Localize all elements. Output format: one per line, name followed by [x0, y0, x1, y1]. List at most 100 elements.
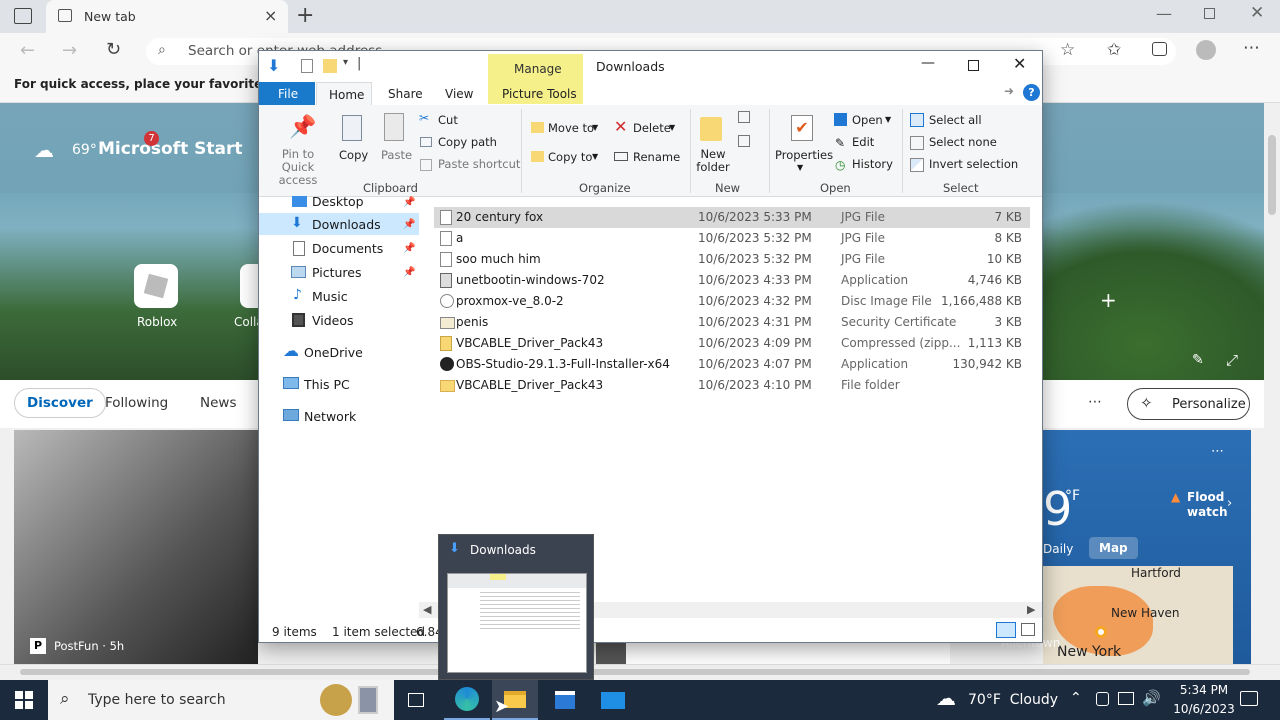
cut-button[interactable]: Cut	[438, 113, 458, 127]
add-shortcut-icon[interactable]: +	[1100, 288, 1117, 312]
dropdown-icon[interactable]: ▼	[797, 163, 803, 172]
store-taskbar-button[interactable]	[542, 680, 588, 720]
new-item-icon[interactable]	[738, 111, 750, 123]
edit-button[interactable]: Edit	[852, 135, 874, 149]
history-button[interactable]: History	[852, 157, 893, 171]
move-to-button[interactable]: Move to	[548, 121, 594, 135]
show-hidden-icons-icon[interactable]: ⌃	[1070, 690, 1082, 706]
copy-path-button[interactable]: Copy path	[438, 135, 497, 149]
new-tab-button[interactable]: +	[296, 3, 314, 28]
easy-access-icon[interactable]	[738, 135, 750, 147]
properties-button[interactable]: Properties	[775, 148, 833, 162]
rename-button[interactable]: Rename	[633, 150, 680, 164]
task-view-button[interactable]	[395, 680, 437, 720]
notification-center-icon[interactable]	[1240, 691, 1258, 706]
dropdown-icon[interactable]: ▼	[885, 115, 891, 124]
select-none-button[interactable]: Select none	[929, 135, 997, 149]
quick-access-download-icon[interactable]: ⬇	[267, 56, 280, 75]
weather-more-icon[interactable]: ⋯	[1211, 444, 1224, 459]
system-tray-icon[interactable]	[1096, 692, 1109, 706]
scrollbar-thumb[interactable]	[1268, 135, 1276, 215]
file-row[interactable]: proxmox-ve_8.0-2 10/6/2023 4:32 PM Disc …	[434, 291, 1030, 312]
tab-home[interactable]: Home	[316, 82, 372, 106]
favorites-icon[interactable]: ✩	[1107, 40, 1121, 60]
properties-qat-icon[interactable]	[301, 59, 313, 73]
minimize-browser-icon[interactable]: —	[1156, 4, 1172, 23]
weather-tab-daily[interactable]: Daily	[1043, 542, 1073, 556]
qat-dropdown-icon[interactable]: ▾	[343, 57, 348, 68]
file-row[interactable]: VBCABLE_Driver_Pack43 10/6/2023 4:10 PM …	[434, 375, 1030, 396]
collections-icon[interactable]	[1152, 42, 1167, 56]
browser-vertical-scrollbar[interactable]	[1264, 103, 1280, 664]
ntp-logo[interactable]: Microsoft Start	[98, 139, 242, 159]
tab-discover[interactable]: Discover	[14, 388, 106, 418]
personalize-button[interactable]: ✧ Personalize	[1127, 388, 1250, 420]
file-row[interactable]: soo much him 10/6/2023 5:32 PM JPG File …	[434, 249, 1030, 270]
tab-actions-icon[interactable]	[14, 8, 32, 24]
dropdown-icon[interactable]: ▼	[592, 152, 598, 161]
copy-button[interactable]: Copy	[339, 148, 368, 162]
clock-date[interactable]: 10/6/2023	[1168, 702, 1240, 716]
open-button[interactable]: Open	[852, 113, 883, 127]
taskbar-thumbnail-preview[interactable]: ⬇ Downloads	[438, 534, 594, 680]
feed-more-icon[interactable]: ⋯	[1088, 394, 1102, 410]
refresh-icon[interactable]: ↻	[106, 39, 121, 60]
browser-horizontal-scrollbar[interactable]	[0, 664, 1280, 680]
news-card[interactable]: P PostFun · 5h	[14, 430, 258, 664]
expand-icon[interactable]: ⤢	[1226, 351, 1238, 369]
search-highlight-icon[interactable]	[320, 684, 352, 716]
restore-browser-icon[interactable]	[1204, 8, 1215, 19]
dropdown-icon[interactable]: ▼	[592, 123, 598, 132]
pin-ribbon-icon[interactable]: ➜	[1004, 84, 1014, 98]
browser-tab-newtab[interactable]: New tab ×	[46, 0, 288, 33]
delete-button[interactable]: Delete	[633, 121, 671, 135]
edit-background-icon[interactable]: ✎	[1192, 352, 1204, 368]
select-all-button[interactable]: Select all	[929, 113, 982, 127]
file-row[interactable]: unetbootin-windows-702 10/6/2023 4:33 PM…	[434, 270, 1030, 291]
close-tab-icon[interactable]: ×	[264, 6, 277, 25]
profile-avatar[interactable]	[1196, 40, 1216, 60]
minimize-icon[interactable]: —	[921, 55, 935, 71]
clock-time[interactable]: 5:34 PM	[1172, 683, 1236, 697]
taskbar-search-box[interactable]: ⌕ Type here to search	[48, 680, 394, 720]
tab-file[interactable]: File	[259, 82, 315, 105]
file-row[interactable]: 20 century fox 10/6/2023 5:33 PM JPG Fil…	[434, 207, 1030, 228]
chevron-right-icon[interactable]: ›	[1227, 496, 1232, 511]
details-view-icon[interactable]	[996, 622, 1016, 638]
pin-quick-access-button[interactable]: Pin to Quick access	[265, 148, 331, 187]
weather-tab-map[interactable]: Map	[1089, 537, 1138, 559]
file-row[interactable]: a 10/6/2023 5:32 PM JPG File 8 KB	[434, 228, 1030, 249]
edge-taskbar-button[interactable]	[444, 680, 490, 720]
weather-map[interactable]: Hartford New Haven New York Allentown	[1001, 566, 1233, 664]
new-folder-qat-icon[interactable]	[323, 59, 337, 73]
scroll-left-icon[interactable]: ◀	[423, 603, 431, 616]
file-row[interactable]: penis 10/6/2023 4:31 PM Security Certifi…	[434, 312, 1030, 333]
tab-view[interactable]: View	[445, 87, 473, 101]
tab-news[interactable]: News	[200, 395, 236, 411]
mail-taskbar-button[interactable]	[590, 680, 636, 720]
notification-badge[interactable]: 7	[144, 131, 159, 146]
close-icon[interactable]: ✕	[1013, 54, 1026, 73]
new-folder-button[interactable]: New folder	[695, 148, 731, 174]
maximize-icon[interactable]	[968, 60, 979, 71]
start-button[interactable]	[0, 680, 48, 720]
copy-to-button[interactable]: Copy to	[548, 150, 592, 164]
hscroll-thumb[interactable]	[20, 669, 1250, 675]
forward-icon[interactable]: →	[62, 40, 77, 61]
close-browser-icon[interactable]: ✕	[1250, 3, 1264, 23]
scroll-right-icon[interactable]: ▶	[1027, 603, 1035, 616]
settings-more-icon[interactable]: ⋯	[1243, 38, 1260, 58]
dropdown-icon[interactable]: ▼	[669, 123, 675, 132]
add-favorite-icon[interactable]: ☆	[1060, 40, 1075, 60]
file-row[interactable]: OBS-Studio-29.1.3-Full-Installer-x64 10/…	[434, 354, 1030, 375]
large-icons-view-icon[interactable]	[1021, 623, 1035, 636]
tab-picture-tools[interactable]: Picture Tools	[502, 87, 577, 101]
shortcut-collab[interactable]	[240, 264, 258, 308]
shortcut-roblox[interactable]	[134, 264, 178, 308]
invert-selection-button[interactable]: Invert selection	[929, 157, 1018, 171]
network-tray-icon[interactable]	[1118, 692, 1134, 705]
tab-following[interactable]: Following	[105, 395, 168, 411]
help-icon[interactable]: ?	[1023, 84, 1040, 101]
back-icon[interactable]: ←	[20, 40, 35, 61]
tab-share[interactable]: Share	[388, 87, 423, 101]
